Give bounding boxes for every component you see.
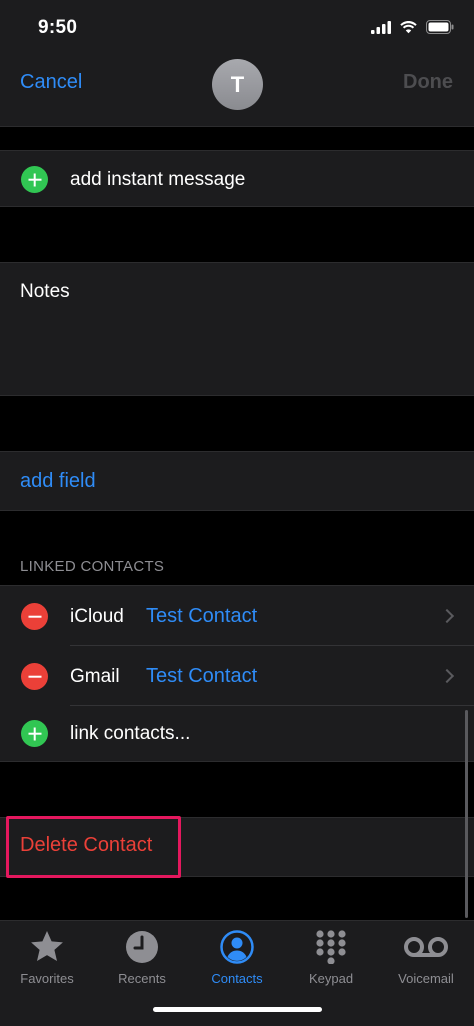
status-bar: 9:50 [0,0,474,56]
chevron-right-icon [439,608,455,624]
linked-contact-name: Test Contact [146,665,258,687]
chevron-right-icon [439,668,455,684]
linked-contact-source: iCloud [70,606,124,627]
add-field-row[interactable]: add field [0,451,474,511]
tab-favorites[interactable]: Favorites [2,929,92,986]
tab-recents[interactable]: Recents [97,929,187,986]
highlight-box [6,816,181,878]
home-indicator[interactable] [153,1007,322,1012]
clock-icon [126,931,158,963]
tab-label: Keypad [308,971,354,986]
linked-contact-name: Test Contact [146,605,258,627]
nav-bar: Cancel T Done [0,56,474,127]
remove-icon[interactable] [21,663,48,690]
status-time: 9:50 [38,17,78,38]
keypad-icon [316,930,346,964]
remove-icon[interactable] [21,603,48,630]
notes-field[interactable]: Notes [0,262,474,396]
linked-contacts-header: LINKED CONTACTS [20,558,165,575]
linked-contacts-group: iCloud Test Contact Gmail Test Contact l… [0,585,474,762]
scroll-indicator[interactable] [465,710,468,918]
tab-label: Favorites [20,971,74,986]
add-instant-message-label: add instant message [70,169,246,190]
linked-contact-row-gmail[interactable]: Gmail Test Contact [0,646,474,705]
add-field-label: add field [20,470,96,492]
battery-icon [426,20,454,34]
done-button[interactable]: Done [403,71,453,94]
tab-label: Contacts [211,971,263,986]
linked-contact-row-icloud[interactable]: iCloud Test Contact [0,586,474,646]
tab-voicemail[interactable]: Voicemail [381,929,471,986]
tab-contacts[interactable]: Contacts [192,929,282,986]
add-icon[interactable] [21,166,48,193]
cancel-button[interactable]: Cancel [20,71,82,94]
person-icon [220,930,254,964]
tab-label: Voicemail [398,971,454,986]
tab-label: Recents [118,971,166,986]
linked-contact-source: Gmail [70,666,120,687]
status-icons [371,20,454,34]
add-icon[interactable] [21,720,48,747]
tab-keypad[interactable]: Keypad [286,929,376,986]
star-icon [31,931,63,961]
avatar[interactable]: T [212,59,263,110]
link-contacts-row[interactable]: link contacts... [0,706,474,762]
add-instant-message-row[interactable]: add instant message [0,150,474,207]
link-contacts-label: link contacts... [70,723,191,744]
notes-label: Notes [20,281,70,302]
voicemail-icon [404,937,448,957]
cellular-signal-icon [371,20,391,34]
wifi-icon [400,21,417,34]
